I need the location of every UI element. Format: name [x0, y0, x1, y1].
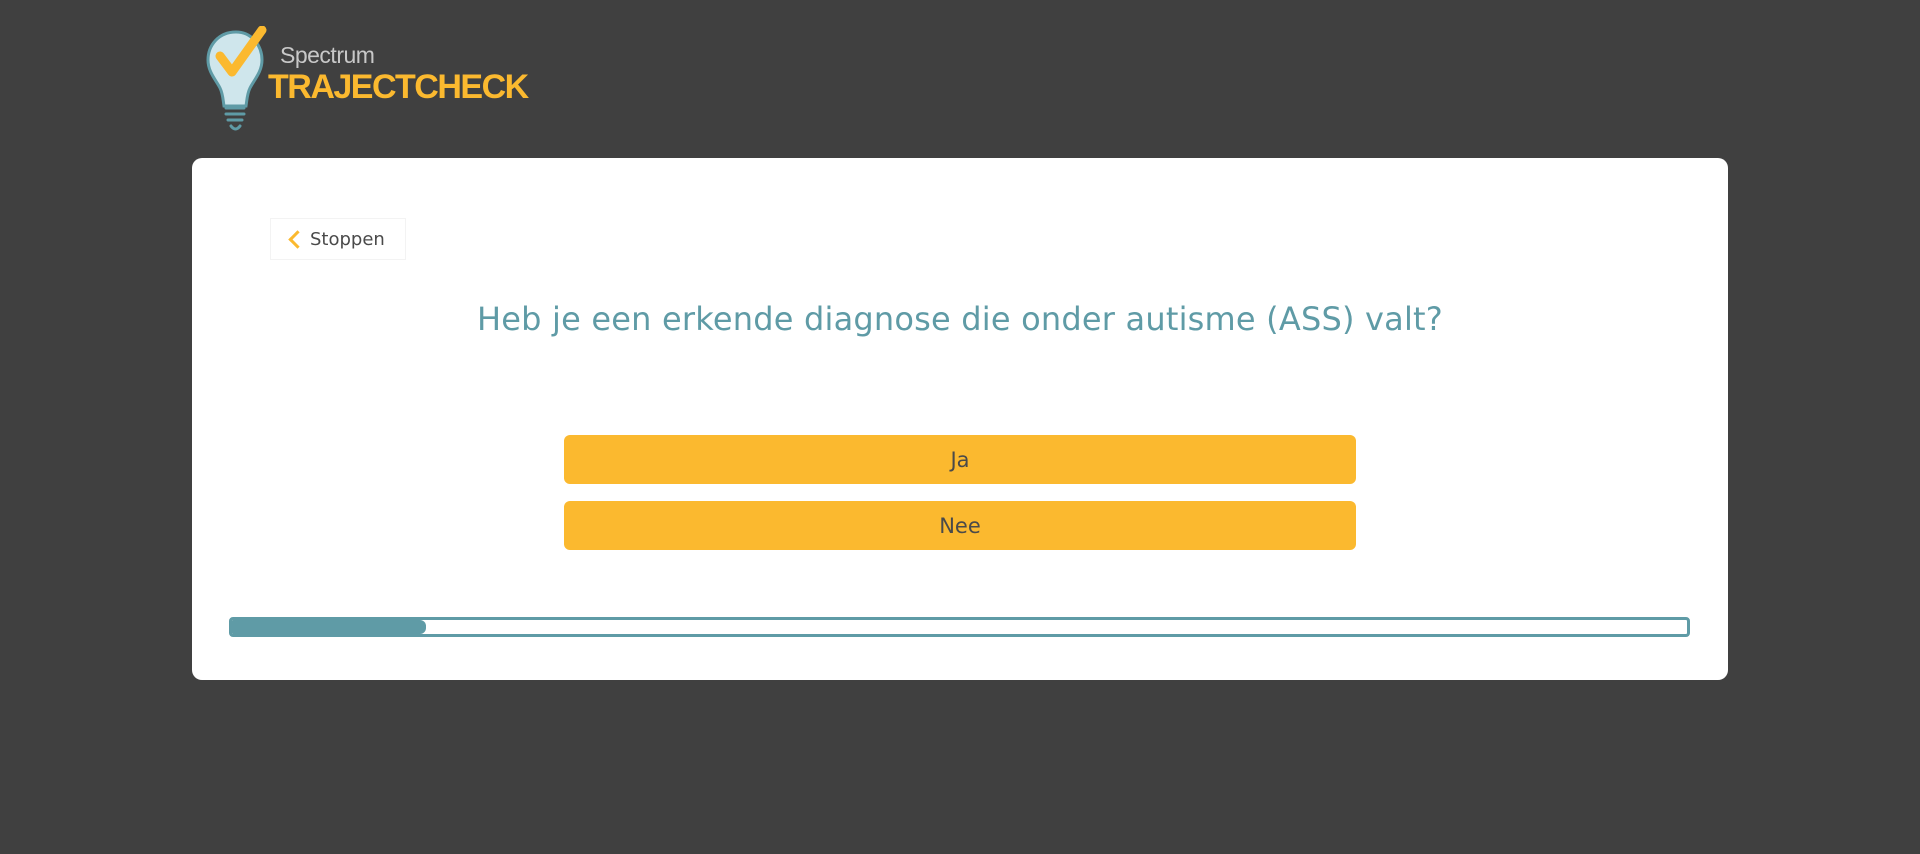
- stop-button-label: Stoppen: [310, 228, 385, 250]
- answer-yes-button[interactable]: Ja: [564, 435, 1356, 484]
- logo-spectrum-text: Spectrum: [280, 42, 375, 68]
- lightbulb-check-icon: [206, 26, 267, 131]
- answer-no-button[interactable]: Nee: [564, 501, 1356, 550]
- chevron-left-icon: [288, 229, 307, 249]
- stop-button[interactable]: Stoppen: [270, 218, 406, 260]
- progress-bar: [229, 617, 1690, 637]
- logo-title: TRAJECTCHECK: [268, 68, 529, 106]
- progress-bar-fill: [232, 620, 426, 634]
- question-card: Stoppen Heb je een erkende diagnose die …: [192, 158, 1728, 680]
- logo: Spectrum TRAJECTCHECK: [206, 26, 536, 136]
- question-title: Heb je een erkende diagnose die onder au…: [476, 300, 1443, 338]
